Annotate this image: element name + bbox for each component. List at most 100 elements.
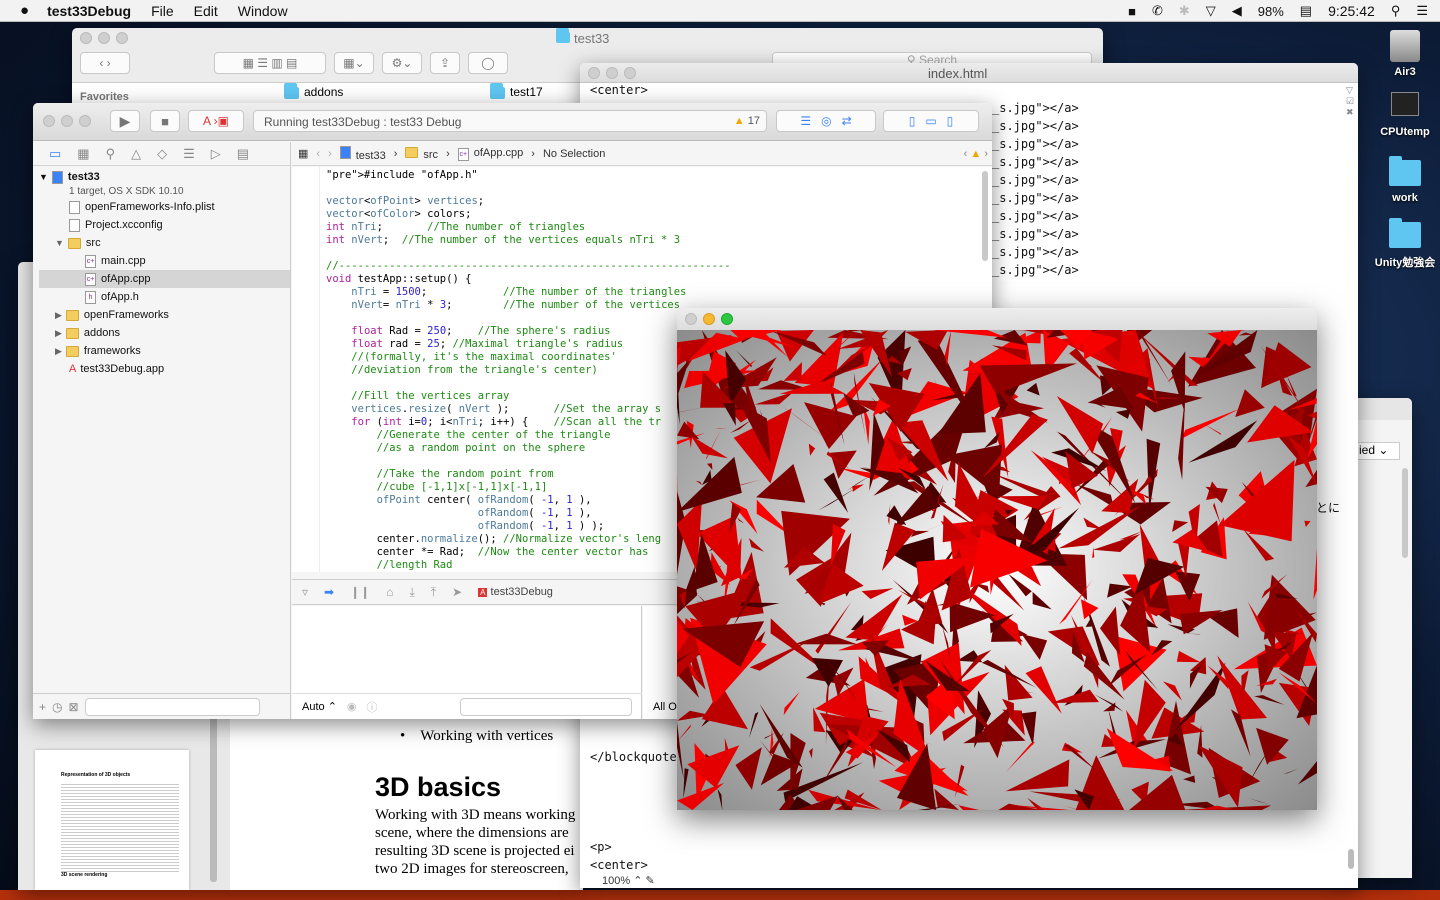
- run-button[interactable]: ▶: [110, 110, 140, 132]
- console-output-selector[interactable]: All O: [653, 701, 677, 713]
- arrange-button[interactable]: ▦⌄: [334, 52, 374, 74]
- menu-app-name[interactable]: test33Debug: [47, 3, 131, 19]
- close-button-disabled[interactable]: [685, 313, 697, 325]
- disclosure-triangle-icon[interactable]: ▼: [55, 238, 64, 248]
- file-item[interactable]: openFrameworks-Info.plist: [39, 198, 290, 216]
- step-over-icon[interactable]: ⌂: [386, 585, 393, 599]
- file-item[interactable]: ▶ openFrameworks: [39, 306, 290, 324]
- view-mode-buttons[interactable]: ▦ ☰ ▥ ▤: [214, 52, 326, 74]
- hide-debug-area-icon[interactable]: ▿: [302, 585, 308, 599]
- report-navigator-icon[interactable]: ▤: [237, 146, 249, 162]
- debug-target[interactable]: A test33Debug: [478, 586, 553, 598]
- zoom-control[interactable]: 100% ⌃ ✎: [602, 874, 655, 887]
- page-thumbnail[interactable]: Representation of 3D objects 3D scene re…: [35, 750, 189, 890]
- file-item[interactable]: c+ ofApp.cpp: [39, 270, 290, 288]
- flag-icon[interactable]: ▤: [1300, 3, 1312, 19]
- back-forward-buttons[interactable]: ‹ ›: [80, 52, 130, 74]
- clock[interactable]: 9:25:42: [1328, 3, 1375, 19]
- wifi-icon[interactable]: ▽: [1206, 3, 1216, 19]
- navigator-filter-field[interactable]: [84, 697, 260, 716]
- notification-center-icon[interactable]: ☰: [1416, 3, 1428, 19]
- test-navigator-icon[interactable]: ◇: [157, 146, 167, 162]
- file-item[interactable]: ▶ frameworks: [39, 342, 290, 360]
- info-icon[interactable]: ⓘ: [367, 699, 378, 715]
- breadcrumb-selection[interactable]: No Selection: [543, 148, 605, 160]
- scheme-selector[interactable]: A ›▣: [188, 110, 244, 132]
- tag-button[interactable]: ◯: [468, 52, 508, 74]
- disclosure-triangle-icon[interactable]: ▶: [55, 328, 62, 339]
- desktop-icon-unity[interactable]: Unity勉強会: [1365, 218, 1440, 270]
- breadcrumb-project[interactable]: test33: [339, 145, 386, 162]
- forward-icon[interactable]: ›: [328, 148, 332, 160]
- file-item[interactable]: Project.xcconfig: [39, 216, 290, 234]
- step-into-icon[interactable]: ⤓: [409, 585, 414, 600]
- simulate-location-icon[interactable]: ➤: [452, 585, 462, 599]
- desktop-icon-work[interactable]: work: [1365, 156, 1440, 204]
- file-item[interactable]: h ofApp.h: [39, 288, 290, 306]
- variables-filter-field[interactable]: [459, 697, 632, 716]
- zoom-button[interactable]: [721, 313, 733, 325]
- menu-file[interactable]: File: [151, 3, 174, 19]
- battery-percent[interactable]: 98%: [1258, 4, 1284, 19]
- file-name: ofApp.cpp: [101, 273, 151, 285]
- status-app-icon[interactable]: ■: [1128, 4, 1136, 19]
- menu-edit[interactable]: Edit: [194, 3, 218, 19]
- add-icon[interactable]: +: [39, 700, 46, 714]
- apple-icon[interactable]: ●: [20, 2, 29, 19]
- column-item-addons[interactable]: addons: [284, 82, 343, 99]
- source-line: _s.jpg"></a>: [992, 155, 1079, 169]
- menu-window[interactable]: Window: [238, 3, 288, 19]
- view-toggle-buttons[interactable]: ▯ ▭ ▯: [883, 110, 979, 132]
- disclosure-triangle-icon[interactable]: ▶: [55, 346, 62, 357]
- issue-nav-buttons[interactable]: ‹ ▲ ›: [964, 148, 988, 160]
- volume-icon[interactable]: ◀: [1232, 3, 1242, 19]
- action-gear-button[interactable]: ⚙⌄: [382, 52, 422, 74]
- breadcrumb-folder[interactable]: src: [405, 146, 438, 161]
- scrollbar[interactable]: [1402, 468, 1408, 558]
- bluetooth-icon[interactable]: ✱: [1179, 3, 1190, 19]
- code-line: vector<ofColor> colors;: [326, 208, 472, 220]
- stop-button[interactable]: ■: [150, 110, 180, 132]
- source-line: _s.jpg"></a>: [992, 173, 1079, 187]
- debug-navigator-icon[interactable]: ☰: [183, 146, 195, 162]
- file-item[interactable]: c+ main.cpp: [39, 252, 290, 270]
- phone-icon[interactable]: ✆: [1152, 3, 1163, 19]
- scrollbar[interactable]: [1348, 849, 1354, 869]
- filter-scm-icon[interactable]: ⊠: [69, 700, 79, 714]
- minimize-button[interactable]: [703, 313, 715, 325]
- desktop-icon-cputemp[interactable]: CPUtemp: [1365, 92, 1440, 138]
- breadcrumb-file[interactable]: c+ ofApp.cpp: [457, 147, 523, 161]
- eye-icon[interactable]: ◉: [347, 700, 357, 713]
- paragraph-line: resulting 3D scene is projected ei: [375, 843, 575, 859]
- symbol-navigator-icon[interactable]: ▦: [77, 146, 89, 162]
- file-item[interactable]: ▶ addons: [39, 324, 290, 342]
- editor-mode-buttons[interactable]: ☰ ◎ ⇄: [776, 110, 876, 132]
- find-navigator-icon[interactable]: ⚲: [106, 146, 116, 162]
- breakpoints-toggle-icon[interactable]: ➡: [324, 585, 334, 599]
- window-controls[interactable]: ▽ ☑ ✖: [1346, 85, 1358, 125]
- file-item[interactable]: ▼ src: [39, 234, 290, 252]
- thumbnail-scrollbar[interactable]: [210, 702, 217, 882]
- share-button[interactable]: ⇪: [430, 52, 460, 74]
- desktop-icon-air3[interactable]: Air3: [1365, 30, 1440, 78]
- project-navigator-icon[interactable]: ▭: [49, 146, 61, 162]
- pause-icon[interactable]: ❙❙: [350, 585, 370, 599]
- breakpoint-navigator-icon[interactable]: ▷: [211, 146, 221, 162]
- editor-scrollbar[interactable]: [982, 171, 988, 261]
- back-icon[interactable]: ‹: [316, 148, 320, 160]
- variables-view[interactable]: Auto ⌃ ◉ ⓘ: [292, 606, 642, 719]
- step-out-icon[interactable]: ⤒: [431, 585, 436, 600]
- disclosure-triangle-icon[interactable]: ▶: [55, 310, 62, 321]
- gutter[interactable]: [292, 167, 320, 572]
- column-item-test17[interactable]: test17: [490, 82, 543, 99]
- recent-files-icon[interactable]: ◷: [52, 700, 62, 714]
- file-item[interactable]: Atest33Debug.app: [39, 360, 290, 378]
- issue-navigator-icon[interactable]: △: [131, 146, 141, 162]
- project-root[interactable]: ▼ test33: [39, 170, 290, 184]
- related-items-icon[interactable]: ▦: [298, 147, 308, 160]
- scope-selector[interactable]: Auto ⌃: [302, 700, 337, 713]
- warnings-badge[interactable]: ▲ 17: [734, 115, 760, 127]
- spotlight-icon[interactable]: ⚲: [1391, 3, 1401, 19]
